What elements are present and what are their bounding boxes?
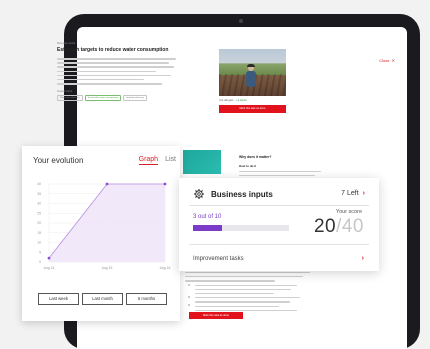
related-eyebrow: Related topics xyxy=(57,90,73,93)
y-tick-label: 5 xyxy=(39,250,41,254)
topic-chip[interactable]: Water use efficiency xyxy=(57,95,83,101)
goal-eyebrow: Business inputs xyxy=(57,42,76,45)
how-title: How to do it xyxy=(239,164,257,168)
topic-chip[interactable]: Irrigation planning xyxy=(123,95,147,101)
camera-dot xyxy=(239,19,243,23)
business-inputs-title: Business inputs xyxy=(211,190,273,199)
y-tick-label: 0 xyxy=(39,260,41,264)
data-point xyxy=(47,256,51,260)
range-last-month-button[interactable]: Last month xyxy=(82,293,123,305)
stage: Close ✕ Business inputs Establish target… xyxy=(0,0,430,349)
divider xyxy=(189,244,369,245)
lower-description xyxy=(185,272,313,314)
close-icon: ✕ xyxy=(391,58,395,63)
y-tick-label: 30 xyxy=(37,202,41,206)
mark-done-button[interactable]: Mark this task as done xyxy=(219,105,286,113)
progress-text: 3 out of 10 xyxy=(193,214,222,220)
close-label: Close xyxy=(379,58,390,63)
mark-done-button-bottom[interactable]: Mark this task as done xyxy=(189,312,243,319)
bullet-dot xyxy=(188,296,190,298)
chevron-right-icon[interactable]: › xyxy=(362,255,364,262)
evolution-card: Your evolution Graph List 0 5 10 15 20 25 30 35… xyxy=(22,146,180,321)
tasks-left[interactable]: 7 Left › xyxy=(341,190,365,197)
progress-bar xyxy=(193,225,289,231)
y-tick-label: 40 xyxy=(37,182,41,186)
data-point xyxy=(105,182,109,186)
gain-label: You will gain xyxy=(219,99,234,102)
bullet-dot xyxy=(188,284,190,286)
evolution-chart: 0 5 10 15 20 25 30 35 40 Aug 14 Aug 15 Aug 16 xyxy=(37,182,171,270)
goal-description xyxy=(57,58,181,87)
x-tick-label: Aug 14 xyxy=(44,266,55,270)
teal-image xyxy=(183,150,221,174)
range-6-months-button[interactable]: 6 months xyxy=(126,293,167,305)
y-tick-label: 15 xyxy=(37,231,41,235)
score-label: Your score xyxy=(335,209,362,215)
y-tick-label: 10 xyxy=(37,241,41,245)
x-tick-label: Aug 15 xyxy=(102,266,113,270)
y-tick-label: 20 xyxy=(37,221,41,225)
business-inputs-card[interactable]: Business inputs 7 Left › 3 out of 10 Your… xyxy=(179,178,379,271)
farmer-photo xyxy=(219,49,286,96)
divider xyxy=(189,205,369,206)
gain-text: You will gain +1 points xyxy=(219,99,247,102)
chevron-right-icon: › xyxy=(362,190,365,197)
score-value: 20/40 xyxy=(314,216,364,238)
y-tick-label: 35 xyxy=(37,192,41,196)
improvement-tasks-label[interactable]: Improvement tasks xyxy=(193,256,244,262)
x-tick-label: Aug 16 xyxy=(160,266,171,270)
goal-title: Establish targets to reduce water consum… xyxy=(57,47,169,53)
close-link[interactable]: Close ✕ xyxy=(379,58,395,63)
farmer-figure xyxy=(245,64,257,91)
y-tick-label: 25 xyxy=(37,211,41,215)
tasks-left-text: 7 Left xyxy=(341,190,359,197)
topic-chip[interactable]: Sustainable water management xyxy=(84,95,122,101)
data-point xyxy=(163,182,167,186)
range-last-week-button[interactable]: Last week xyxy=(38,293,79,305)
gain-points: +1 points xyxy=(236,99,247,102)
bullet-dot xyxy=(188,304,190,306)
chip-row: Water use efficiency Sustainable water m… xyxy=(57,95,185,101)
score-number: 20 xyxy=(313,216,337,237)
range-selector: Last week Last month 6 months xyxy=(38,293,167,305)
score-denominator: /40 xyxy=(336,216,364,237)
progress-fill xyxy=(193,225,222,231)
why-title: Why does it matter? xyxy=(239,155,272,159)
gear-icon xyxy=(194,189,204,199)
